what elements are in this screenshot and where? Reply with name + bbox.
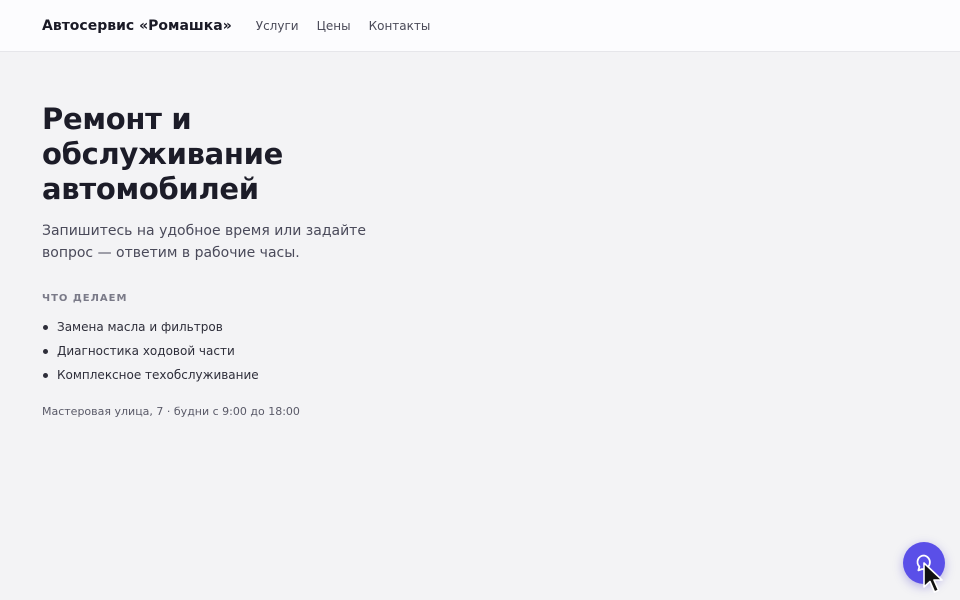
- list-item: Диагностика ходовой части: [42, 339, 422, 363]
- list-item: Замена масла и фильтров: [42, 315, 422, 339]
- services-heading: ЧТО ДЕЛАЕМ: [42, 293, 128, 304]
- chat-bubble-icon: [916, 554, 931, 572]
- hero-section: Ремонт и обслуживание автомобилей Запиши…: [42, 102, 422, 418]
- list-item: Комплексное техобслуживание: [42, 363, 422, 387]
- nav-link-services[interactable]: Услуги: [256, 19, 299, 33]
- brand-logo-text[interactable]: Автосервис «Ромашка»: [42, 18, 232, 34]
- main-nav: Услуги Цены Контакты: [256, 19, 431, 33]
- nav-link-contacts[interactable]: Контакты: [369, 19, 431, 33]
- address-hours: Мастеровая улица, 7 · будни с 9:00 до 18…: [42, 405, 300, 418]
- chat-widget-button[interactable]: [903, 542, 945, 584]
- top-navigation-bar: Автосервис «Ромашка» Услуги Цены Контакт…: [0, 0, 960, 52]
- nav-link-prices[interactable]: Цены: [317, 19, 351, 33]
- services-list: Замена масла и фильтров Диагностика ходо…: [42, 315, 422, 387]
- hero-subtitle: Запишитесь на удобное время или задайте …: [42, 223, 366, 261]
- page-title: Ремонт и обслуживание автомобилей: [42, 102, 284, 206]
